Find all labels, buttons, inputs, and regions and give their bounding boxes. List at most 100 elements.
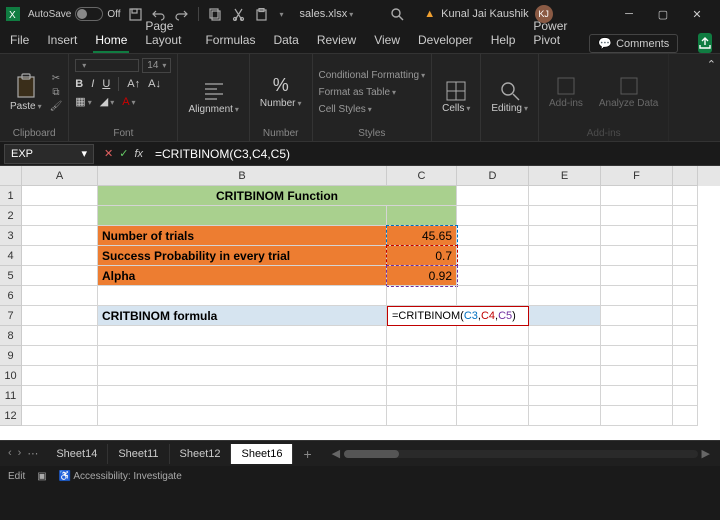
cell[interactable] <box>601 266 673 286</box>
cell[interactable] <box>98 326 387 346</box>
cell[interactable] <box>22 246 98 266</box>
col-header-a[interactable]: A <box>22 166 98 186</box>
format-painter-button[interactable]: 🖌 <box>50 101 63 112</box>
cell[interactable] <box>673 406 698 426</box>
cell-c4[interactable]: 0.7 <box>387 246 457 266</box>
row-header[interactable]: 3 <box>0 226 22 246</box>
cell[interactable] <box>529 306 601 326</box>
cell[interactable] <box>98 346 387 366</box>
cell[interactable] <box>673 206 698 226</box>
toggle-icon[interactable] <box>75 7 103 21</box>
row-header[interactable]: 9 <box>0 346 22 366</box>
accessibility-status[interactable]: ♿ Accessibility: Investigate <box>59 471 182 482</box>
editing-button[interactable]: Editing <box>487 79 532 116</box>
share-button[interactable] <box>698 33 712 53</box>
col-header-d[interactable]: D <box>457 166 529 186</box>
sheet-nav-next-icon[interactable]: › <box>18 447 22 460</box>
cell[interactable] <box>457 406 529 426</box>
cell[interactable] <box>457 326 529 346</box>
add-sheet-button[interactable]: + <box>293 446 321 462</box>
cell[interactable] <box>387 326 457 346</box>
cell-b5[interactable]: Alpha <box>98 266 387 286</box>
tab-formulas[interactable]: Formulas <box>203 29 257 53</box>
collapse-ribbon-icon[interactable]: ⌃ <box>707 58 716 71</box>
cell-c5[interactable]: 0.92 <box>387 266 457 286</box>
cell[interactable] <box>673 346 698 366</box>
fx-icon[interactable]: fx <box>134 148 143 160</box>
border-button[interactable]: ▦ <box>75 95 91 108</box>
name-box[interactable]: EXP▾ <box>4 144 94 164</box>
scroll-left-icon[interactable]: ◀ <box>332 447 340 460</box>
italic-button[interactable]: I <box>91 78 94 90</box>
cell[interactable] <box>22 186 98 206</box>
cell-c3[interactable]: 45.65 <box>387 226 457 246</box>
cell[interactable] <box>601 226 673 246</box>
cell[interactable] <box>601 386 673 406</box>
cancel-formula-button[interactable]: ✕ <box>104 147 113 160</box>
cell[interactable] <box>457 346 529 366</box>
cell[interactable] <box>601 246 673 266</box>
cell[interactable] <box>98 406 387 426</box>
cell[interactable] <box>22 306 98 326</box>
cell-b7[interactable]: CRITBINOM formula <box>98 306 387 326</box>
cell[interactable] <box>673 386 698 406</box>
cell[interactable] <box>387 406 457 426</box>
filename[interactable]: sales.xlsx <box>300 8 354 20</box>
font-color-button[interactable]: A <box>122 96 135 108</box>
row-header[interactable]: 10 <box>0 366 22 386</box>
col-header-f[interactable]: F <box>601 166 673 186</box>
cell[interactable] <box>529 246 601 266</box>
cell[interactable] <box>601 206 673 226</box>
cell[interactable] <box>457 226 529 246</box>
cell[interactable] <box>601 366 673 386</box>
cell[interactable] <box>601 286 673 306</box>
analyze-data-button[interactable]: Analyze Data <box>595 74 662 111</box>
sheet-nav-prev-icon[interactable]: ‹ <box>8 447 12 460</box>
col-header-e[interactable]: E <box>529 166 601 186</box>
cell[interactable] <box>98 366 387 386</box>
cell[interactable] <box>387 386 457 406</box>
copy-icon[interactable] <box>209 8 222 21</box>
select-all-corner[interactable] <box>0 166 22 186</box>
cell[interactable] <box>601 326 673 346</box>
cell[interactable] <box>673 186 698 206</box>
tab-data[interactable]: Data <box>271 29 300 53</box>
formula-input[interactable]: =CRITBINOM(C3,C4,C5) <box>149 147 720 161</box>
cell[interactable] <box>22 386 98 406</box>
row-header[interactable]: 12 <box>0 406 22 426</box>
cell[interactable] <box>601 186 673 206</box>
cell[interactable] <box>601 346 673 366</box>
cell[interactable] <box>529 386 601 406</box>
row-header[interactable]: 1 <box>0 186 22 206</box>
close-button[interactable]: ✕ <box>680 0 714 28</box>
col-header-c[interactable]: C <box>387 166 457 186</box>
fill-color-button[interactable]: ◢ <box>100 95 114 108</box>
spreadsheet-grid[interactable]: A B C D E F 1CRITBINOM Function 2 3Numbe… <box>0 166 720 440</box>
row-header[interactable]: 8 <box>0 326 22 346</box>
decrease-font-button[interactable]: A↓ <box>148 78 161 90</box>
tab-power-pivot[interactable]: Power Pivot <box>531 15 575 53</box>
row-header[interactable]: 7 <box>0 306 22 326</box>
minimize-button[interactable]: ─ <box>612 0 646 28</box>
number-button[interactable]: %Number <box>256 73 306 111</box>
cell[interactable] <box>529 266 601 286</box>
font-family-select[interactable] <box>75 59 139 72</box>
cell[interactable] <box>529 186 601 206</box>
maximize-button[interactable]: ▢ <box>646 0 680 28</box>
cell[interactable] <box>22 326 98 346</box>
cell[interactable] <box>22 226 98 246</box>
more-qat-icon[interactable] <box>278 10 284 19</box>
tab-insert[interactable]: Insert <box>45 29 79 53</box>
cut-icon[interactable] <box>232 8 245 21</box>
col-header-g[interactable] <box>673 166 698 186</box>
cell[interactable] <box>98 386 387 406</box>
cut-button[interactable]: ✂ <box>50 73 63 84</box>
tab-review[interactable]: Review <box>315 29 358 53</box>
sheet-tab-active[interactable]: Sheet16 <box>231 444 293 464</box>
cell[interactable] <box>22 286 98 306</box>
cell[interactable] <box>98 286 387 306</box>
tab-view[interactable]: View <box>372 29 402 53</box>
cell-title[interactable]: CRITBINOM Function <box>98 186 457 206</box>
cell[interactable] <box>457 286 529 306</box>
scroll-right-icon[interactable]: ▶ <box>702 447 710 460</box>
